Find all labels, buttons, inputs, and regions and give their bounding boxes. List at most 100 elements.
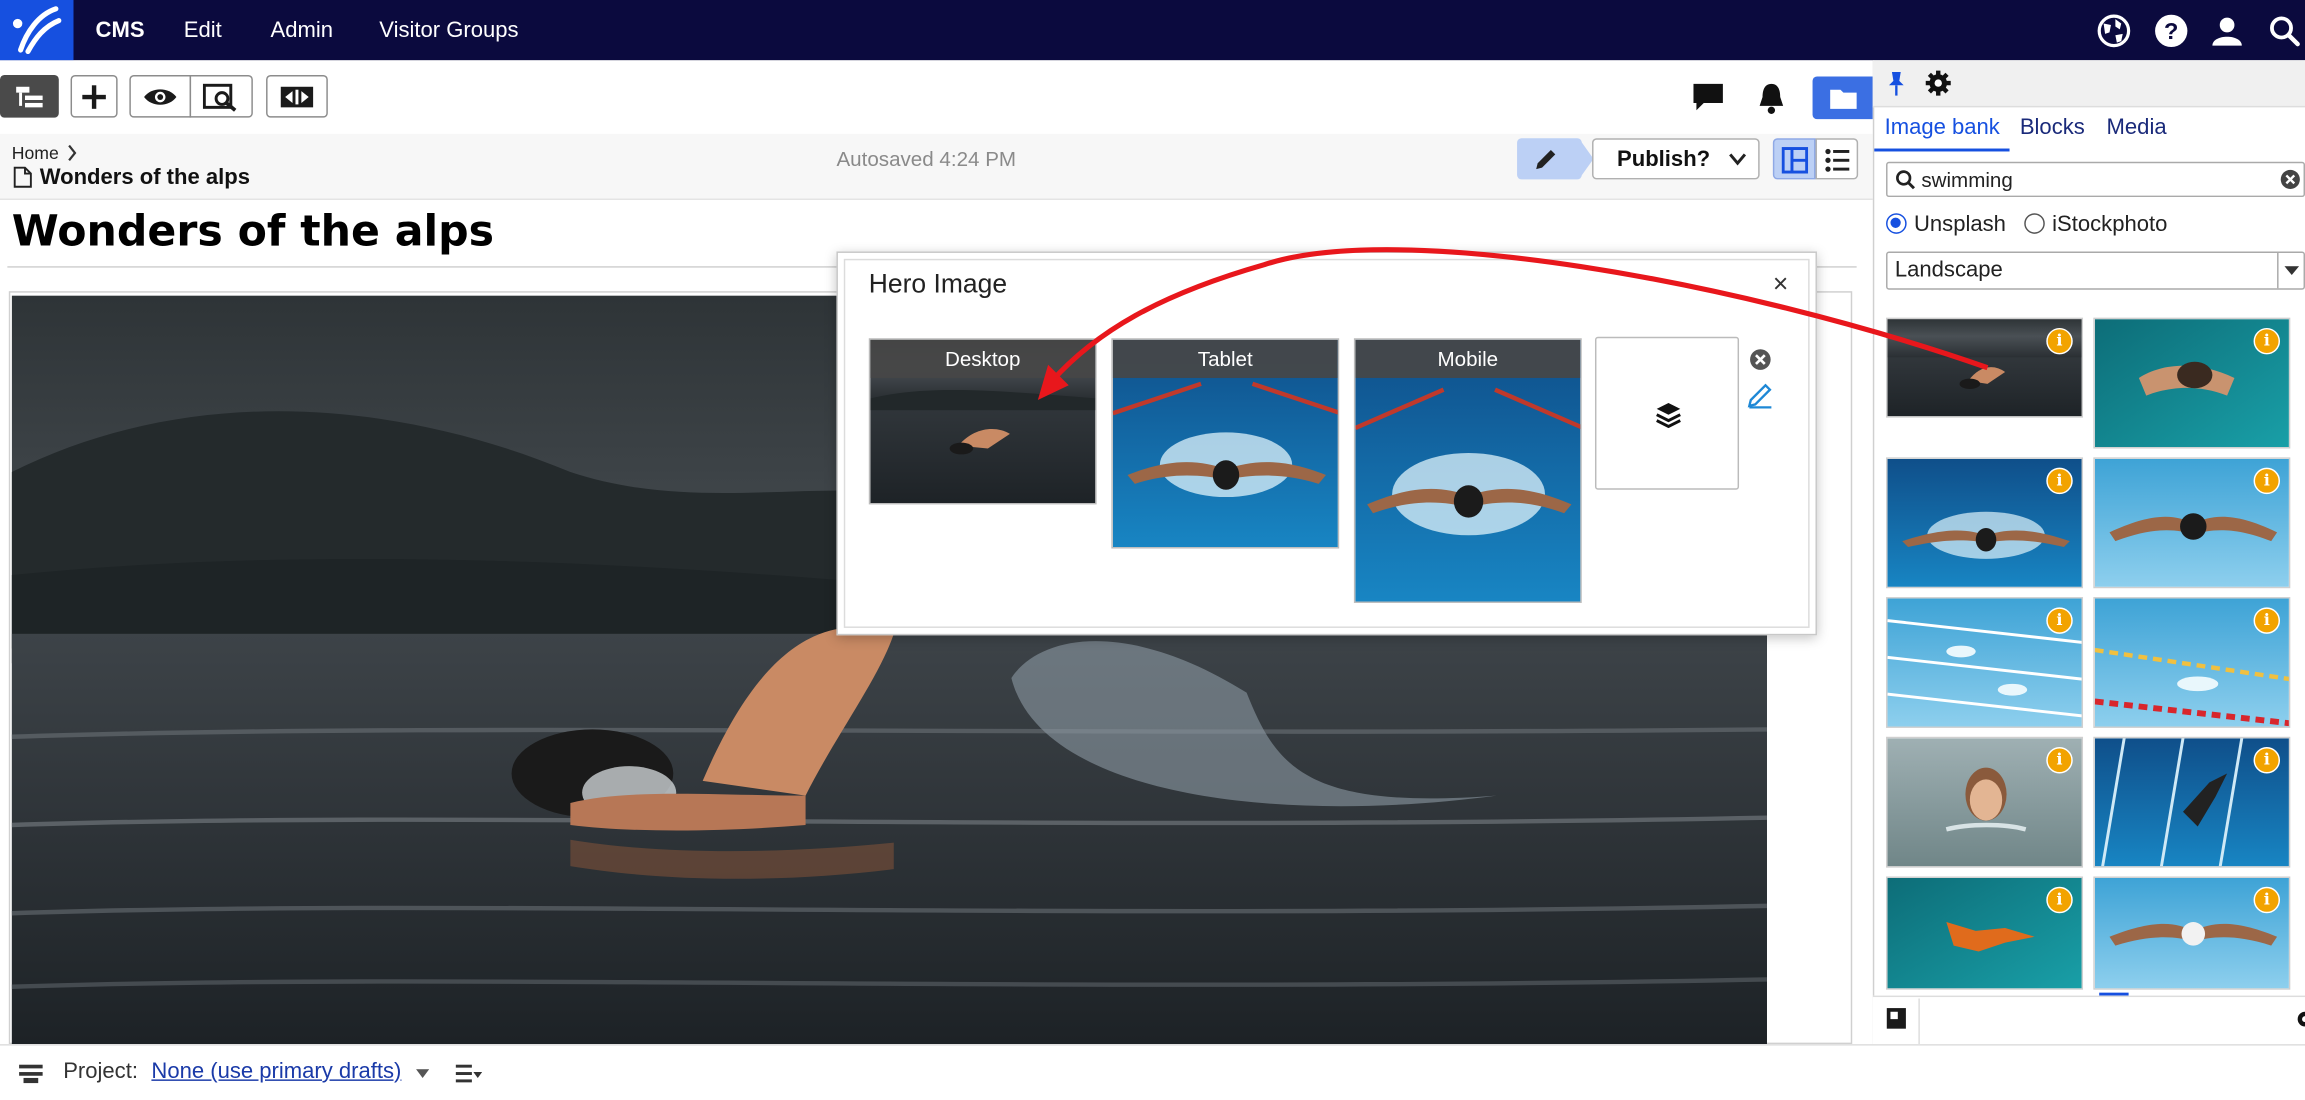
clear-search-icon[interactable] [2280,169,2301,190]
onpage-edit-view-button[interactable] [1772,138,1816,180]
info-icon[interactable]: i [2046,467,2073,495]
results-scrollbar[interactable] [2291,295,2305,993]
list-icon [1825,148,1850,172]
compare-button[interactable] [266,75,328,118]
result-image[interactable]: i [2093,597,2291,728]
result-image[interactable]: i [1886,736,2084,868]
info-icon[interactable]: i [2253,467,2281,495]
gadget-icon[interactable] [1886,1007,1907,1029]
info-icon[interactable]: i [2046,747,2073,774]
edit-mode-button[interactable] [1517,138,1582,180]
select-divider [2277,252,2279,289]
navigation-pane-toggle[interactable] [0,75,59,118]
assets-panel-footer [1872,995,2305,1045]
orientation-value: Landscape [1894,257,2003,283]
publish-button[interactable]: Publish? [1592,138,1760,180]
dialog-close-button[interactable]: × [1773,269,1788,300]
nav-cms[interactable]: CMS [96,0,145,60]
all-properties-view-button[interactable] [1815,138,1859,180]
folder-icon [1830,89,1857,109]
info-icon[interactable]: i [2046,327,2073,355]
add-image-slot[interactable] [1594,336,1740,490]
page-title: Wonders of the alps [39,164,251,190]
desktop-image-slot[interactable]: Desktop [868,338,1097,505]
search-field-icon [1896,170,1916,190]
result-image[interactable]: i [1886,317,2084,418]
svg-text:?: ? [2164,18,2178,44]
add-content-button[interactable] [70,75,118,118]
preview-zoom-icon [202,83,236,111]
search-icon[interactable] [2265,12,2303,50]
result-image[interactable]: i [1886,597,2084,728]
info-icon[interactable]: i [2253,327,2281,355]
nav-visitor-groups[interactable]: Visitor Groups [379,0,518,60]
autosave-status: Autosaved 4:24 PM [836,147,1017,171]
project-selector[interactable]: None (use primary drafts) [151,1059,401,1084]
footer-divider [1918,998,1920,1045]
edit-icon[interactable] [1746,381,1774,409]
plus-icon [82,84,106,109]
info-icon[interactable]: i [2046,886,2073,914]
desktop-label: Desktop [870,339,1096,378]
mobile-label: Mobile [1355,339,1581,378]
help-icon[interactable]: ? [2152,12,2190,50]
project-overview-icon[interactable] [455,1063,483,1084]
comments-icon[interactable] [1691,81,1726,113]
notifications-icon[interactable] [1755,81,1787,116]
source-label-istockphoto: iStockphoto [2052,211,2168,237]
tab-image-bank[interactable]: Image bank [1885,115,2000,140]
info-icon[interactable]: i [2253,607,2281,634]
result-image[interactable]: i [2093,736,2291,868]
nav-admin[interactable]: Admin [270,0,333,60]
source-label-unsplash: Unsplash [1913,211,2006,237]
project-icon [19,1064,43,1084]
result-image[interactable]: i [2093,317,2291,449]
eye-icon [144,88,177,105]
page-heading[interactable]: Wonders of the alps [12,206,494,256]
info-icon[interactable]: i [2046,607,2073,634]
dialog-title: Hero Image [868,269,1008,299]
clear-icon[interactable] [1749,349,1771,371]
info-icon[interactable]: i [2253,747,2281,774]
tablet-label: Tablet [1112,339,1338,378]
result-image[interactable]: i [2093,457,2291,589]
layout-icon [1781,147,1809,174]
result-image[interactable]: i [1886,876,2084,990]
user-icon[interactable] [2208,12,2246,50]
project-label: Project: [63,1058,138,1084]
globe-icon[interactable] [2095,12,2133,50]
select-caret-icon [2284,266,2300,276]
tablet-image-slot[interactable]: Tablet [1111,338,1340,549]
page-icon [13,166,32,188]
search-value: swimming [1921,167,2013,192]
chevron-right-icon [68,144,77,161]
tab-blocks[interactable]: Blocks [2020,115,2085,140]
pencil-icon [1536,150,1556,170]
panel-settings-icon[interactable] [2292,1007,2305,1031]
layers-icon [1656,402,1681,428]
view-settings-button[interactable] [189,75,253,118]
gear-icon[interactable] [1924,69,1952,97]
mobile-image-slot[interactable]: Mobile [1353,338,1582,603]
nav-edit[interactable]: Edit [184,0,222,60]
tree-icon [16,86,43,107]
breadcrumb-home[interactable]: Home [12,143,59,164]
active-tab-indicator [1874,148,2010,152]
info-icon[interactable]: i [2253,886,2281,914]
top-navigation [0,0,2305,61]
pin-icon[interactable] [1885,71,1909,97]
result-image[interactable]: i [2093,876,2291,990]
logo-icon [12,6,62,55]
source-radio-istockphoto[interactable] [2024,213,2045,234]
preview-button[interactable] [129,75,192,118]
chevron-down-icon [1729,153,1747,166]
result-image[interactable]: i [1886,457,2084,589]
source-radio-unsplash[interactable] [1886,213,1907,234]
publish-label: Publish? [1617,147,1711,173]
tab-media[interactable]: Media [2107,115,2167,140]
compare-icon [280,86,314,107]
app-logo[interactable] [0,0,74,61]
project-caret-icon[interactable] [416,1069,430,1078]
mobile-image [1355,339,1581,602]
assets-pane-toggle[interactable] [1812,76,1873,120]
